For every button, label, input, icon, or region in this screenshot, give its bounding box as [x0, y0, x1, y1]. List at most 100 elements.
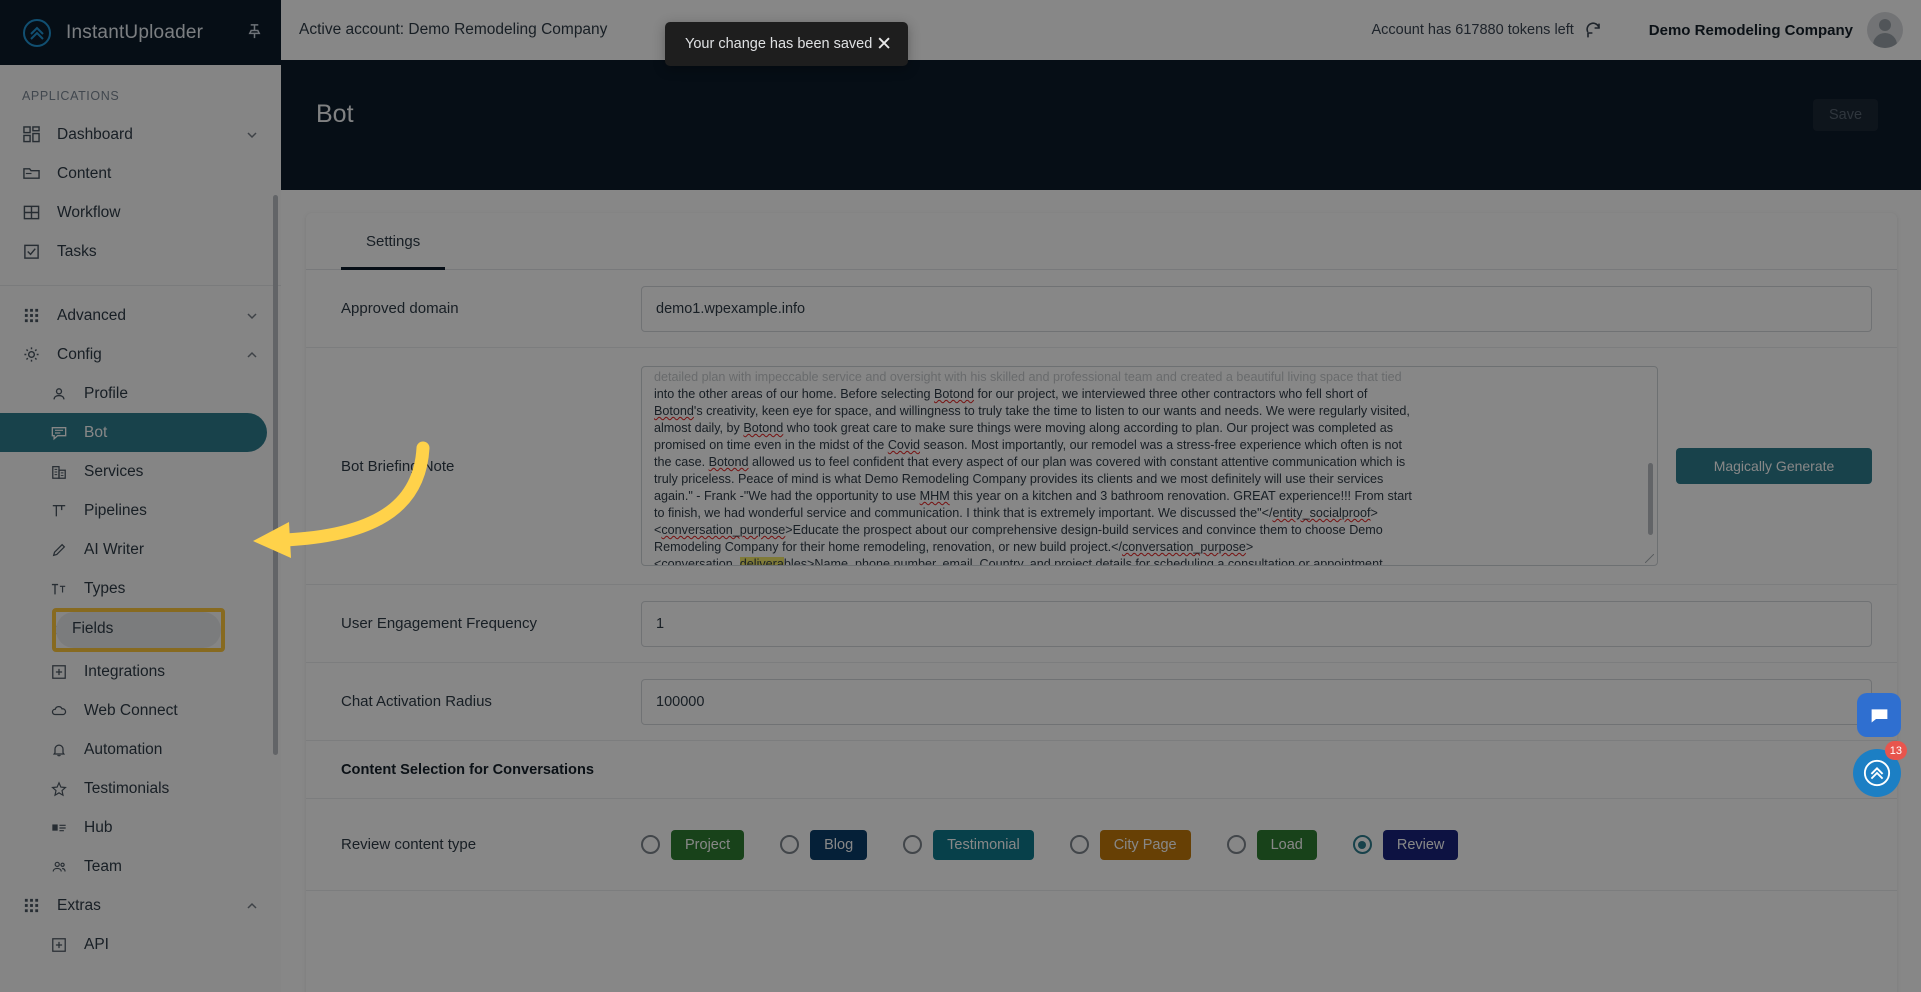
sidebar-item-label: Hub	[84, 818, 113, 836]
briefing-line: truly priceless. Peace of mind is what D…	[654, 472, 1384, 486]
content-type-badge[interactable]: City Page	[1099, 829, 1191, 860]
chat-activation-radius-label: Chat Activation Radius	[341, 693, 492, 710]
chat-activation-radius-input[interactable]	[641, 678, 1872, 725]
sidebar-item-content[interactable]: Content	[0, 154, 281, 193]
sidebar-group-extras[interactable]: Extras	[0, 886, 281, 925]
launcher-unread-badge: 13	[1884, 741, 1907, 760]
radio-button[interactable]	[780, 835, 800, 854]
review-content-type-option[interactable]: Project	[641, 829, 745, 860]
sidebar-item-label: Types	[84, 579, 126, 597]
textarea-scrollbar[interactable]	[1648, 463, 1653, 535]
review-content-type-option[interactable]: City Page	[1069, 829, 1191, 860]
sidebar-scrollbar[interactable]	[273, 195, 278, 755]
chevrons-up-circle-icon	[22, 18, 52, 48]
row-approved-domain: Approved domain	[306, 270, 1897, 348]
refresh-icon[interactable]	[1584, 21, 1603, 40]
sidebar-item-integrations[interactable]: Integrations	[0, 652, 281, 691]
sidebar-item-label: AI Writer	[84, 540, 144, 558]
review-content-type-option[interactable]: Blog	[780, 829, 868, 860]
approved-domain-input[interactable]	[641, 285, 1872, 332]
sidebar-item-label: Web Connect	[84, 701, 178, 719]
text-format-icon	[50, 580, 68, 598]
content-selection-heading: Content Selection for Conversations	[341, 761, 594, 778]
review-content-type-option[interactable]: Testimonial	[903, 829, 1034, 860]
content-type-badge[interactable]: Project	[671, 829, 745, 860]
sidebar-item-testimonials[interactable]: Testimonials	[0, 769, 281, 808]
bell-icon	[50, 741, 68, 759]
sidebar-item-dashboard[interactable]: Dashboard	[0, 115, 281, 154]
row-review-content-type: Review content type Project Blog Testimoni…	[306, 799, 1897, 891]
chevrons-up-circle-icon	[1863, 759, 1891, 787]
radio-button[interactable]	[1226, 835, 1246, 854]
sidebar-group-advanced[interactable]: Advanced	[0, 296, 281, 335]
avatar-head	[1879, 19, 1891, 31]
account-name[interactable]: Demo Remodeling Company	[1649, 22, 1853, 39]
sidebar-item-hub[interactable]: Hub	[0, 808, 281, 847]
sidebar-item-web-connect[interactable]: Web Connect	[0, 691, 281, 730]
people-icon	[50, 858, 68, 876]
bot-briefing-note-textarea[interactable]: detailed plan with impeccable service an…	[641, 366, 1658, 566]
avatar-body	[1873, 33, 1897, 48]
sidebar-item-profile[interactable]: Profile	[0, 374, 281, 413]
radio-button[interactable]	[1352, 835, 1372, 854]
dots-grid-icon	[22, 896, 41, 915]
review-content-type-option[interactable]: Review	[1352, 829, 1459, 860]
bot-briefing-note-label: Bot Briefing Note	[341, 457, 455, 475]
sidebar-group-config[interactable]: Config	[0, 335, 281, 374]
briefing-line: the case. Botond allowed us to feel conf…	[654, 455, 1406, 469]
sidebar-item-label: Services	[84, 462, 144, 480]
sidebar-item-bot[interactable]: Bot	[0, 413, 267, 452]
app-root: InstantUploader APPLICATIONS Dashboard C…	[0, 0, 1921, 992]
sidebar-item-api[interactable]: API	[0, 925, 281, 964]
save-button[interactable]: Save	[1813, 99, 1878, 131]
grid-icon	[22, 125, 41, 144]
sidebar-item-tasks[interactable]: Tasks	[0, 232, 281, 271]
sidebar-item-label: Workflow	[57, 203, 121, 221]
sidebar-item-types[interactable]: Types	[0, 569, 281, 608]
sidebar-group-label: Extras	[57, 896, 101, 914]
review-content-type-option[interactable]: Load	[1226, 829, 1317, 860]
sidebar-item-automation[interactable]: Automation	[0, 730, 281, 769]
page-title: Bot	[316, 100, 354, 128]
radio-button[interactable]	[641, 835, 660, 854]
sidebar-item-label: Testimonials	[84, 779, 170, 797]
pin-icon[interactable]	[246, 23, 263, 43]
textarea-resize-grip[interactable]	[1645, 554, 1654, 563]
magically-generate-button[interactable]: Magically Generate	[1676, 448, 1872, 484]
checkbox-icon	[22, 242, 41, 261]
sidebar-section-title: APPLICATIONS	[22, 89, 120, 103]
sidebar-item-pipelines[interactable]: Pipelines	[0, 491, 281, 530]
chat-icon	[1871, 708, 1887, 722]
sidebar-item-label: Profile	[84, 384, 128, 402]
sidebar-item-team[interactable]: Team	[0, 847, 281, 886]
gear-icon	[22, 345, 41, 364]
avatar[interactable]	[1867, 12, 1903, 48]
sidebar-item-ai-writer[interactable]: AI Writer	[0, 530, 281, 569]
sidebar-item-services[interactable]: Services	[0, 452, 281, 491]
radio-button[interactable]	[903, 835, 923, 854]
token-balance-text: Account has 617880 tokens left	[1371, 22, 1574, 38]
sidebar-item-label: Team	[84, 857, 122, 875]
sidebar-scroll-area: APPLICATIONS Dashboard Content Workflow …	[0, 65, 281, 992]
review-content-type-options: Project Blog Testimonial City Page Load Revie…	[641, 829, 1872, 860]
user-engagement-frequency-label: User Engagement Frequency	[341, 615, 537, 632]
folder-icon	[22, 164, 41, 183]
user-engagement-frequency-input[interactable]	[641, 600, 1872, 647]
cloud-icon	[50, 702, 68, 720]
sidebar-item-workflow[interactable]: Workflow	[0, 193, 281, 232]
content-type-badge[interactable]: Blog	[810, 829, 868, 860]
sidebar-item-label: Tasks	[57, 242, 97, 260]
radio-button[interactable]	[1069, 835, 1089, 854]
close-icon[interactable]: ✕	[876, 35, 892, 54]
sidebar-item-fields[interactable]: Fields	[0, 608, 281, 652]
row-content-selection-heading: Content Selection for Conversations	[306, 741, 1897, 799]
sidebar: InstantUploader APPLICATIONS Dashboard C…	[0, 0, 281, 992]
content-type-badge[interactable]: Load	[1256, 829, 1317, 860]
chat-widget-button[interactable]	[1857, 693, 1901, 737]
sidebar-group-label: Config	[57, 345, 102, 363]
content-type-badge[interactable]: Review	[1382, 829, 1459, 860]
content-type-badge[interactable]: Testimonial	[933, 829, 1034, 860]
briefing-line: <conversation_purpose>Educate the prospe…	[654, 523, 1383, 537]
chevron-down-icon	[245, 309, 259, 323]
tab-settings[interactable]: Settings	[341, 213, 446, 270]
